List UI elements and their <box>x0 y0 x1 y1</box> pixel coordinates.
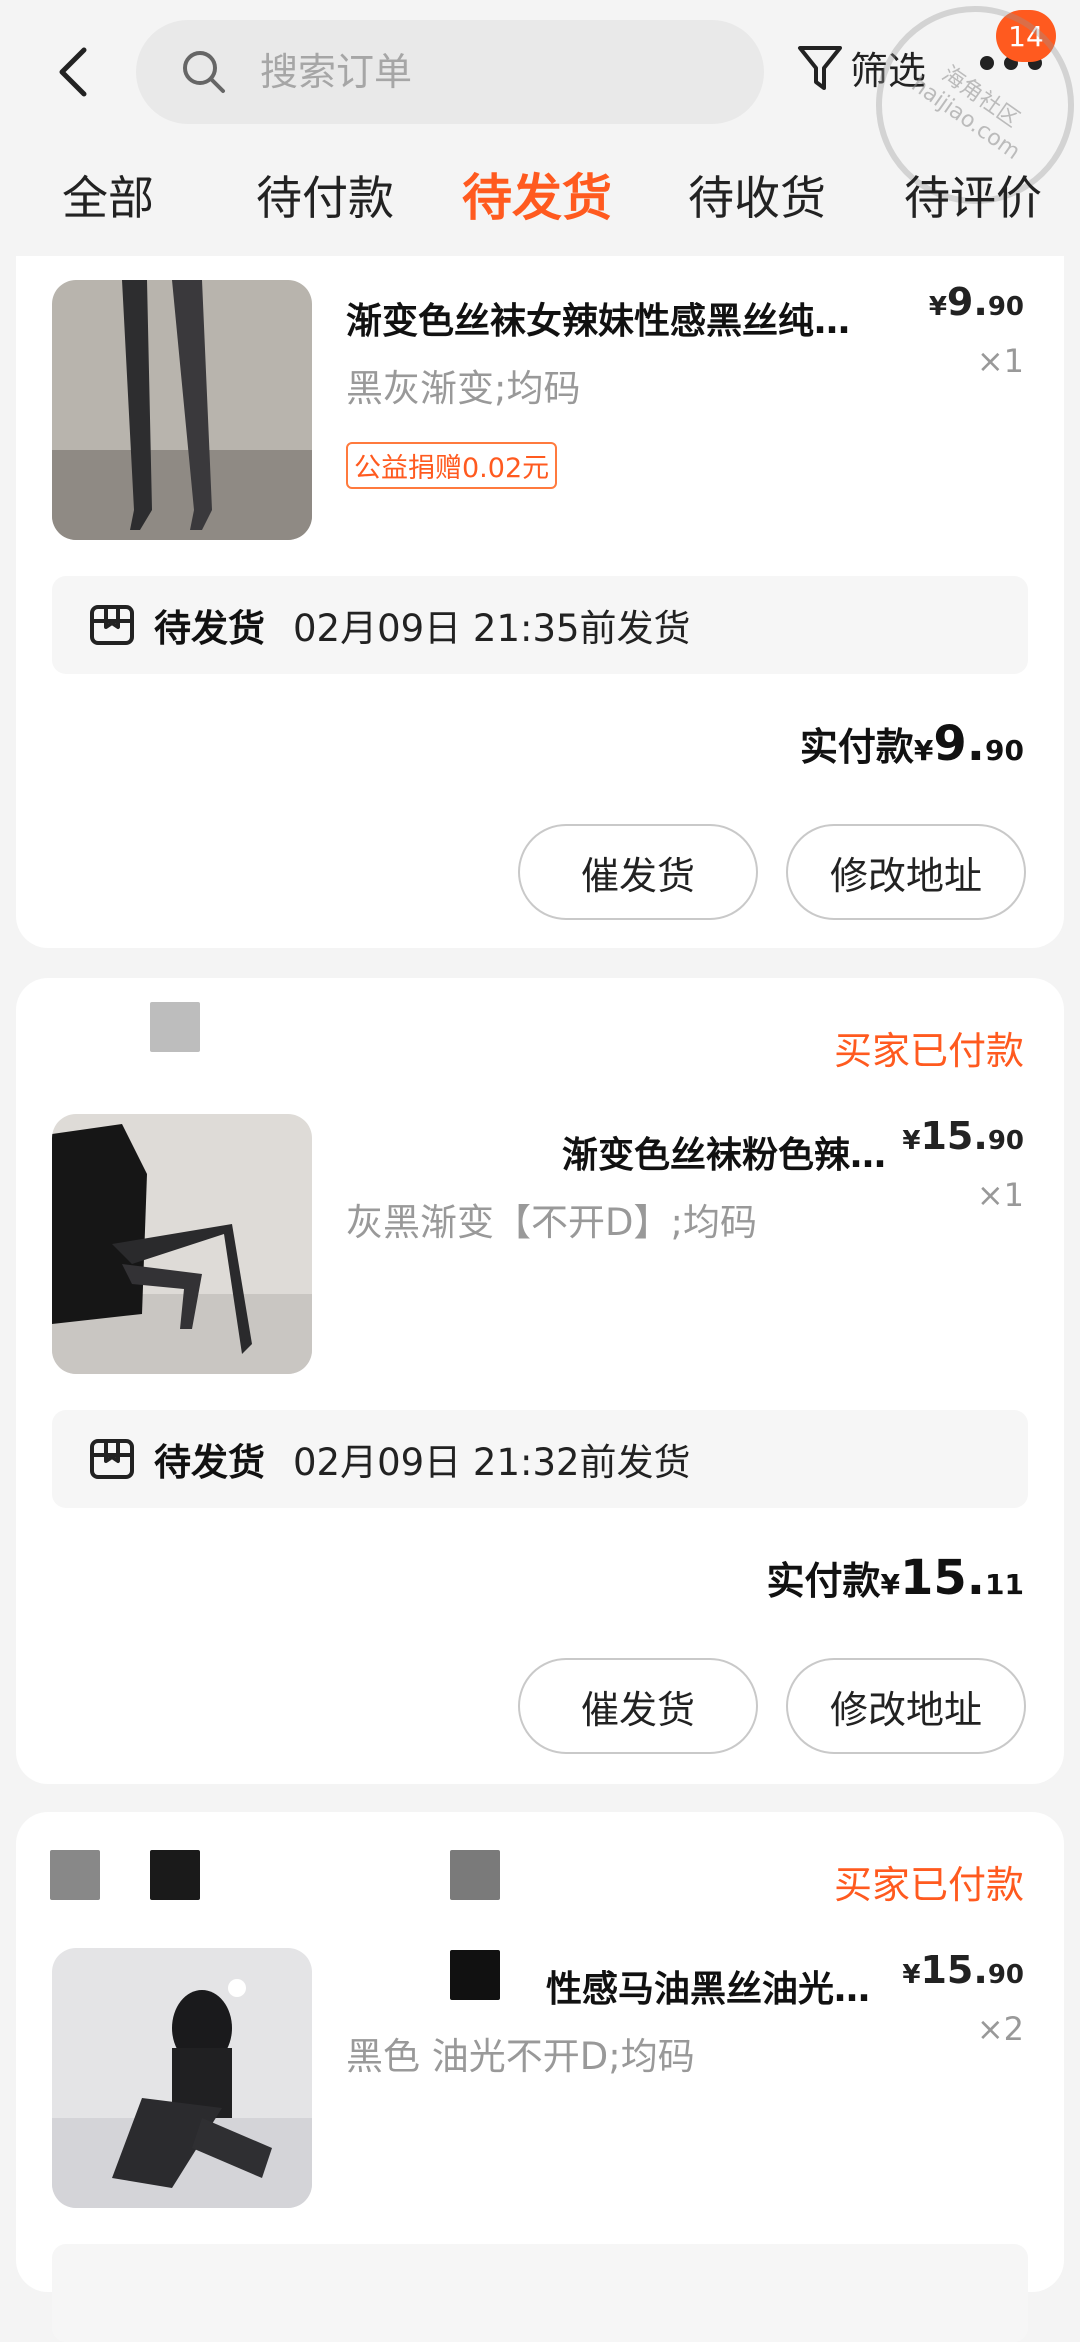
shipping-status-bar: 待发货 02月09日 21:35前发货 <box>52 576 1028 674</box>
title-redaction <box>450 1950 500 2000</box>
shipping-status: 待发货 <box>154 1441 265 1484</box>
shipping-status-bar <box>52 2244 1028 2342</box>
order-card: 渐变色丝袜女辣妹性感黑丝纯… 黑灰渐变;均码 公益捐赠0.02元 ¥9.90 ×… <box>16 200 1064 948</box>
search-icon <box>183 51 225 93</box>
shipping-deadline: 02月09日 21:35前发货 <box>293 607 691 650</box>
product-title[interactable]: 性感马油黑丝油光… <box>546 1960 926 2012</box>
message-badge: 14 <box>996 10 1056 62</box>
search-input[interactable] <box>258 49 682 95</box>
shop-logo <box>150 1850 200 1900</box>
order-card: 买家已付款 渐渐渐渐渐渐渐变色丝袜粉色辣… 灰黑渐变【不开D】;均码 ¥15.9… <box>16 978 1064 1784</box>
filter-icon <box>798 45 842 90</box>
package-icon <box>90 605 134 645</box>
urge-shipment-button[interactable]: 催发货 <box>518 1658 758 1754</box>
product-price: ¥15.90 <box>902 1948 1024 1992</box>
product-image[interactable] <box>52 1114 312 1374</box>
paid-amount: 实付款¥15.11 <box>766 1550 1025 1606</box>
tab-pending-payment[interactable]: 待付款 <box>256 162 394 228</box>
product-quantity: ×1 <box>976 1176 1024 1214</box>
filter-button[interactable]: 筛选 <box>796 40 926 95</box>
product-spec: 黑色 油光不开D;均码 <box>346 2035 695 2078</box>
shipping-status-bar: 待发货 02月09日 21:32前发货 <box>52 1410 1028 1508</box>
product-spec: 黑灰渐变;均码 <box>346 367 581 410</box>
product-quantity: ×1 <box>976 342 1024 380</box>
product-quantity: ×2 <box>976 2010 1024 2048</box>
package-icon <box>90 1439 134 1479</box>
change-address-button[interactable]: 修改地址 <box>786 824 1026 920</box>
shipping-deadline: 02月09日 21:32前发货 <box>293 1441 691 1484</box>
product-spec: 灰黑渐变【不开D】;均码 <box>346 1201 757 1244</box>
tab-all[interactable]: 全部 <box>62 162 154 228</box>
product-title[interactable]: 渐渐渐渐渐渐渐变色丝袜粉色辣… <box>346 1126 926 1178</box>
order-tabs: 全部 待付款 待发货 待收货 待评价 <box>0 162 1080 242</box>
shop-avatar[interactable] <box>150 1002 200 1052</box>
back-arrow-icon[interactable] <box>48 40 100 104</box>
order-card: 买家已付款 性感马油黑丝油光… 黑色 油光不开D;均码 ¥15.90 ×2 <box>16 1812 1064 2342</box>
filter-label: 筛选 <box>850 49 927 93</box>
shipping-status: 待发货 <box>154 607 265 650</box>
paid-amount: 实付款¥9.90 <box>799 716 1024 772</box>
shop-avatar[interactable] <box>50 1850 100 1900</box>
change-address-button[interactable]: 修改地址 <box>786 1658 1026 1754</box>
order-status: 买家已付款 <box>833 1863 1024 1907</box>
order-status: 买家已付款 <box>833 1029 1024 1073</box>
product-title[interactable]: 渐变色丝袜女辣妹性感黑丝纯… <box>346 292 926 344</box>
product-price: ¥15.90 <box>902 1114 1024 1158</box>
tab-pending-receipt[interactable]: 待收货 <box>688 162 826 228</box>
charity-tag: 公益捐赠0.02元 <box>346 442 558 489</box>
product-image[interactable] <box>52 280 312 540</box>
urge-shipment-button[interactable]: 催发货 <box>518 824 758 920</box>
search-bar[interactable] <box>136 20 764 124</box>
product-image[interactable] <box>52 1948 312 2208</box>
header-bar: 筛选 14 海角社区 haijiao.com 全部 待付款 待发货 待收货 待评… <box>0 0 1080 256</box>
tab-pending-review[interactable]: 待评价 <box>904 162 1042 228</box>
shop-badge <box>450 1850 500 1900</box>
product-price: ¥9.90 <box>928 280 1024 324</box>
tab-pending-shipment[interactable]: 待发货 <box>462 158 612 230</box>
